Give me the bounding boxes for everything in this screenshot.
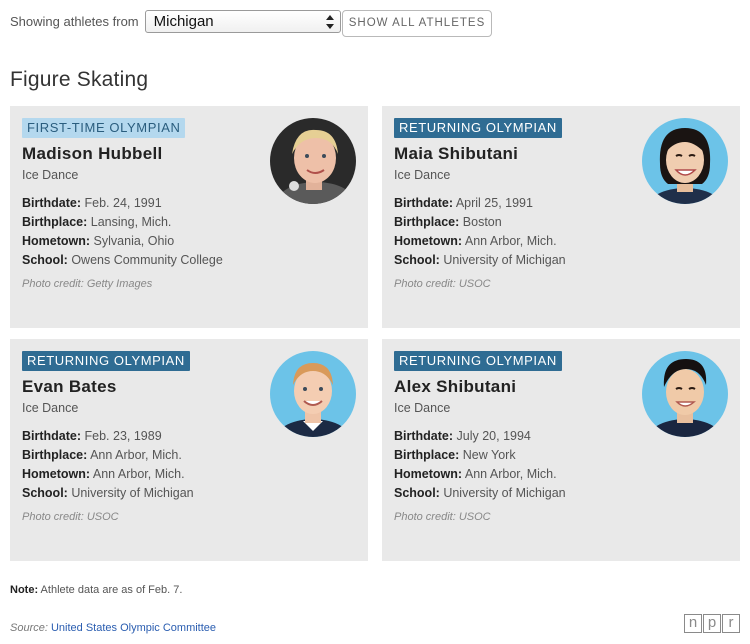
school-value: University of Michigan [443, 253, 566, 267]
photo-credit: Photo credit: USOC [394, 278, 491, 290]
photo-credit: Photo credit: USOC [22, 511, 119, 523]
note-label: Note: [10, 584, 39, 596]
returning-olympian-badge: RETURNING OLYMPIAN [394, 118, 562, 138]
birthdate-value: Feb. 24, 1991 [84, 196, 162, 210]
birthplace-row: Birthplace: Ann Arbor, Mich. [22, 446, 194, 465]
hometown-label: Hometown: [22, 234, 91, 248]
photo-credit: Photo credit: USOC [394, 511, 491, 523]
athlete-details: Birthdate: Feb. 23, 1989 Birthplace: Ann… [22, 427, 194, 503]
birthplace-row: Birthplace: Lansing, Mich. [22, 213, 223, 232]
hometown-value: Ann Arbor, Mich. [92, 467, 185, 481]
show-all-athletes-button[interactable]: SHOW ALL ATHLETES [342, 10, 492, 37]
hometown-label: Hometown: [394, 467, 463, 481]
first-time-olympian-badge: FIRST-TIME OLYMPIAN [22, 118, 186, 138]
birthdate-row: Birthdate: July 20, 1994 [394, 427, 566, 446]
state-select[interactable]: Michigan [144, 10, 341, 33]
birthplace-value: New York [462, 448, 516, 462]
data-note: Note: Athlete data are as of Feb. 7. [10, 584, 182, 596]
birthdate-label: Birthdate: [394, 429, 454, 443]
hometown-label: Hometown: [22, 467, 91, 481]
birthdate-row: Birthdate: Feb. 24, 1991 [22, 194, 223, 213]
select-arrows-icon [325, 15, 334, 29]
filter-label: Showing athletes from [10, 14, 139, 29]
athlete-name: Madison Hubbell [22, 144, 163, 163]
birthplace-value: Ann Arbor, Mich. [90, 448, 182, 462]
source-link[interactable]: United States Olympic Committee [51, 622, 216, 634]
birthdate-value: April 25, 1991 [455, 196, 533, 210]
section-title: Figure Skating [10, 68, 149, 91]
hometown-value: Ann Arbor, Mich. [464, 234, 557, 248]
school-value: Owens Community College [71, 253, 223, 267]
birthdate-value: July 20, 1994 [456, 429, 531, 443]
athlete-sport: Ice Dance [22, 401, 79, 415]
athlete-details: Birthdate: Feb. 24, 1991 Birthplace: Lan… [22, 194, 223, 270]
school-row: School: University of Michigan [394, 251, 566, 270]
npr-logo: n p r [683, 614, 740, 633]
athlete-photo [642, 351, 728, 437]
birthplace-label: Birthplace: [394, 448, 460, 462]
athlete-name: Alex Shibutani [394, 377, 517, 396]
hometown-value: Sylvania, Ohio [93, 234, 175, 248]
athlete-name: Evan Bates [22, 377, 117, 396]
birthplace-label: Birthplace: [394, 215, 460, 229]
birthdate-row: Birthdate: Feb. 23, 1989 [22, 427, 194, 446]
birthdate-label: Birthdate: [394, 196, 454, 210]
photo-credit: Photo credit: Getty Images [22, 278, 153, 290]
birthplace-value: Boston [462, 215, 502, 229]
school-label: School: [22, 486, 68, 500]
athlete-photo [642, 118, 728, 204]
athlete-photo [270, 351, 356, 437]
athlete-details: Birthdate: July 20, 1994 Birthplace: New… [394, 427, 566, 503]
birthdate-label: Birthdate: [22, 429, 82, 443]
returning-olympian-badge: RETURNING OLYMPIAN [394, 351, 562, 371]
filter-bar: Showing athletes from Michigan [10, 10, 341, 33]
hometown-row: Hometown: Ann Arbor, Mich. [22, 465, 194, 484]
athlete-sport: Ice Dance [394, 401, 451, 415]
birthdate-label: Birthdate: [22, 196, 82, 210]
school-label: School: [394, 486, 440, 500]
school-label: School: [22, 253, 68, 267]
npr-logo-n: n [684, 614, 702, 633]
athlete-card: RETURNING OLYMPIAN Alex Shibutani Ice Da… [382, 339, 740, 561]
hometown-row: Hometown: Ann Arbor, Mich. [394, 465, 566, 484]
source-line: Source: United States Olympic Committee [10, 622, 216, 634]
npr-logo-p: p [703, 614, 721, 633]
athlete-card: FIRST-TIME OLYMPIAN Madison Hubbell Ice … [10, 106, 368, 328]
hometown-value: Ann Arbor, Mich. [464, 467, 557, 481]
school-value: University of Michigan [71, 486, 194, 500]
returning-olympian-badge: RETURNING OLYMPIAN [22, 351, 190, 371]
school-row: School: University of Michigan [22, 484, 194, 503]
npr-logo-r: r [722, 614, 740, 633]
birthdate-value: Feb. 23, 1989 [84, 429, 162, 443]
athlete-details: Birthdate: April 25, 1991 Birthplace: Bo… [394, 194, 566, 270]
state-select-value: Michigan [153, 13, 214, 30]
athlete-card: RETURNING OLYMPIAN Maia Shibutani Ice Da… [382, 106, 740, 328]
birthplace-row: Birthplace: New York [394, 446, 566, 465]
birthplace-value: Lansing, Mich. [90, 215, 172, 229]
note-text: Athlete data are as of Feb. 7. [38, 584, 183, 596]
athlete-sport: Ice Dance [22, 168, 79, 182]
hometown-label: Hometown: [394, 234, 463, 248]
athlete-sport: Ice Dance [394, 168, 451, 182]
birthdate-row: Birthdate: April 25, 1991 [394, 194, 566, 213]
birthplace-label: Birthplace: [22, 448, 88, 462]
hometown-row: Hometown: Ann Arbor, Mich. [394, 232, 566, 251]
school-row: School: University of Michigan [394, 484, 566, 503]
athlete-name: Maia Shibutani [394, 144, 519, 163]
birthplace-label: Birthplace: [22, 215, 88, 229]
athlete-card: RETURNING OLYMPIAN Evan Bates Ice Dance … [10, 339, 368, 561]
athlete-photo [270, 118, 356, 204]
birthplace-row: Birthplace: Boston [394, 213, 566, 232]
school-label: School: [394, 253, 440, 267]
hometown-row: Hometown: Sylvania, Ohio [22, 232, 223, 251]
source-label: Source: [10, 622, 51, 634]
school-value: University of Michigan [443, 486, 566, 500]
school-row: School: Owens Community College [22, 251, 223, 270]
